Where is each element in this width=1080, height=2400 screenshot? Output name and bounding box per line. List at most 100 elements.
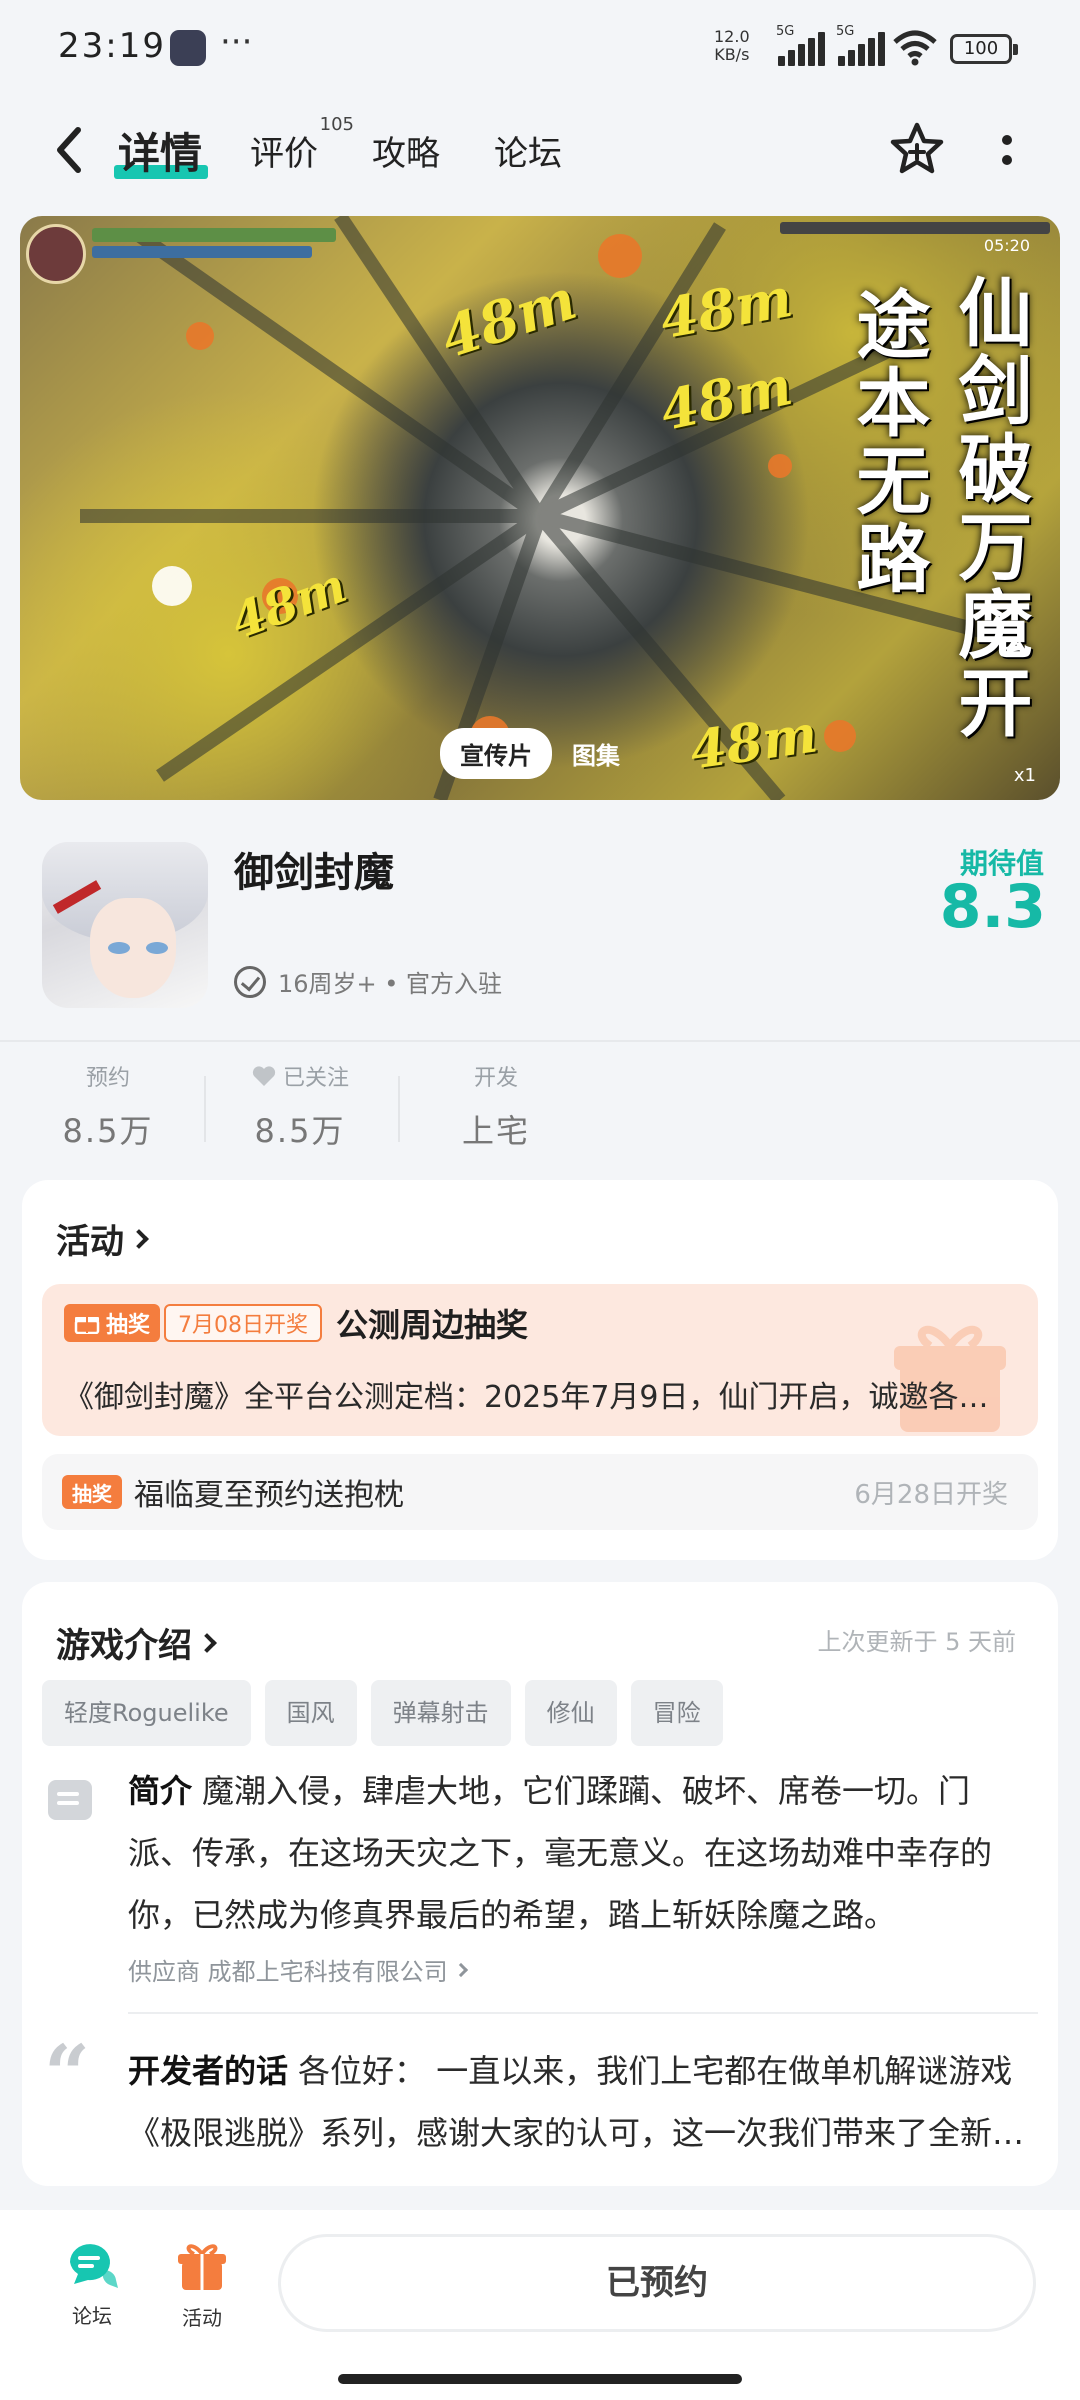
gift-icon — [74, 1317, 100, 1334]
stat-label: 已关注 — [282, 1066, 349, 1091]
wifi-icon — [893, 30, 937, 66]
battery-icon: 100 — [950, 34, 1018, 64]
stat-reservations: 预约 8.5万 — [18, 1060, 198, 1152]
chevron-right-icon — [129, 1228, 149, 1249]
hud-health-bar — [92, 228, 336, 242]
banner-tab-gallery[interactable]: 图集 — [552, 728, 640, 779]
stat-developer[interactable]: 开发 上宅 — [406, 1060, 586, 1152]
intro-section-title[interactable]: 游戏介绍 — [56, 1618, 217, 1667]
game-app-icon[interactable] — [42, 842, 208, 1008]
tag-bullet-hell[interactable]: 弹幕射击 — [370, 1680, 511, 1746]
banner-calligraphy-right: 仙剑破万魔开 — [946, 274, 1032, 742]
activity-draw-date: 6月28日开奖 — [854, 1479, 1008, 1510]
activity-label: 活动 — [182, 2306, 222, 2330]
activity-title-label: 活动 — [56, 1222, 124, 1262]
game-meta-text: 16周岁+ • 官方入驻 — [278, 970, 503, 998]
status-more: ··· — [220, 22, 253, 62]
home-indicator[interactable] — [338, 2374, 742, 2384]
icon-eye — [146, 942, 168, 954]
document-icon — [48, 1780, 92, 1820]
app-notification-icon — [170, 30, 206, 66]
status-time: 23:19 — [58, 26, 166, 66]
draw-date-badge: 7月08日开奖 — [164, 1304, 323, 1342]
divider — [0, 1040, 1080, 1042]
lottery-badge: 抽奖 — [64, 1304, 161, 1342]
banner-zoom: x1 — [1013, 765, 1036, 786]
last-updated: 上次更新于 5 天前 — [817, 1628, 1016, 1656]
signal-icon: 5G — [776, 24, 826, 66]
banner-tab-video[interactable]: 宣传片 — [440, 728, 552, 779]
summary-text: 魔潮入侵，肆虐大地，它们蹂躏、破坏、席卷一切。门派、传承，在这场天灾之下，毫无意… — [128, 1772, 993, 1934]
favorite-star-icon[interactable] — [888, 120, 946, 178]
net-speed-unit: KB/s — [714, 45, 750, 64]
stat-label: 开发 — [473, 1066, 518, 1091]
expectation-score: 8.3 — [939, 872, 1046, 942]
verified-check-icon — [234, 965, 266, 998]
tag-adventure[interactable]: 冒险 — [630, 1680, 723, 1746]
tab-details[interactable]: 详情 — [114, 120, 209, 181]
activity-section-title[interactable]: 活动 — [56, 1214, 149, 1263]
net-speed: 12.0 KB/s — [714, 28, 750, 64]
supplier-link[interactable]: 供应商 成都上宅科技有限公司 — [128, 1952, 468, 1987]
back-icon[interactable] — [50, 122, 90, 178]
banner-media-tabs: 宣传片 图集 — [440, 728, 640, 779]
banner-calligraphy-left: 途本无路 — [844, 286, 930, 598]
summary-label: 简介 — [128, 1772, 193, 1810]
activity-header-row: 抽奖 7月08日开奖 公测周边抽奖 — [64, 1300, 528, 1346]
net-speed-value: 12.0 — [714, 27, 750, 46]
stat-label: 预约 — [85, 1066, 130, 1091]
hud-timer: 05:20 — [983, 236, 1030, 255]
intro-summary[interactable]: 简介 魔潮入侵，肆虐大地，它们蹂躏、破坏、席卷一切。门派、传承，在这场天灾之下，毫… — [128, 1760, 1028, 1946]
reserved-button[interactable]: 已预约 — [278, 2234, 1036, 2332]
activity-item[interactable]: 抽奖 福临夏至预约送抱枕 6月28日开奖 — [42, 1454, 1038, 1530]
tab-details-label: 详情 — [118, 129, 203, 178]
sim1-5g: 5G — [776, 24, 795, 39]
chevron-right-icon — [453, 1962, 468, 1977]
activity-button[interactable]: 活动 — [152, 2240, 252, 2331]
tab-forum-label: 论坛 — [494, 134, 562, 174]
tab-reviews-label: 评价 — [250, 134, 318, 174]
tab-guides[interactable]: 攻略 — [372, 126, 440, 175]
stat-value: 上宅 — [461, 1112, 530, 1150]
stat-followers[interactable]: 已关注 8.5万 — [210, 1060, 390, 1152]
activity-description: 《御剑封魔》全平台公测定档：2025年7月9日，仙门开启，诚邀各位少侠共赴征途 — [64, 1380, 1014, 1415]
stat-separator — [398, 1076, 400, 1142]
tag-guofeng[interactable]: 国风 — [264, 1680, 357, 1746]
icon-eye — [108, 942, 130, 954]
activity-title: 公测周边抽奖 — [336, 1306, 529, 1344]
forum-button[interactable]: 论坛 — [42, 2240, 142, 2329]
game-intro-card: 游戏介绍 上次更新于 5 天前 轻度Roguelike 国风 弹幕射击 修仙 冒… — [22, 1582, 1058, 2186]
divider — [128, 2012, 1038, 2014]
more-vertical-icon[interactable] — [992, 126, 1022, 176]
chevron-right-icon — [197, 1632, 217, 1653]
stat-separator — [204, 1076, 206, 1142]
activity-item-featured[interactable]: 抽奖 7月08日开奖 公测周边抽奖 《御剑封魔》全平台公测定档：2025年7月9… — [42, 1284, 1038, 1436]
tag-cultivation[interactable]: 修仙 — [524, 1680, 617, 1746]
reviews-count-badge: 105 — [319, 114, 354, 135]
gift-icon — [178, 2244, 226, 2290]
promo-video-banner[interactable]: 05:20 48m 48m 48m 48m 48m 仙剑破万魔开 途本无路 宣传… — [20, 216, 1060, 800]
stat-value: 8.5万 — [62, 1112, 154, 1150]
supplier-text: 供应商 成都上宅科技有限公司 — [128, 1958, 448, 1986]
game-meta: 16周岁+ • 官方入驻 — [234, 964, 502, 999]
hud-avatar — [26, 224, 86, 284]
lottery-badge: 抽奖 — [62, 1475, 122, 1509]
intro-title-label: 游戏介绍 — [56, 1626, 192, 1666]
stat-label-row: 已关注 — [210, 1060, 390, 1092]
sim2-5g: 5G — [836, 24, 855, 39]
forum-chat-icon — [70, 2244, 118, 2288]
dev-words-label: 开发者的话 — [128, 2052, 289, 2090]
bottom-action-bar: 论坛 活动 已预约 — [0, 2210, 1080, 2400]
tag-roguelike[interactable]: 轻度Roguelike — [42, 1680, 251, 1746]
tab-forum[interactable]: 论坛 — [494, 126, 562, 175]
status-bar: 23:19 ··· 12.0 KB/s 5G 5G 100 — [0, 0, 1080, 100]
tag-list: 轻度Roguelike 国风 弹幕射击 修仙 冒险 — [42, 1680, 723, 1746]
developer-words[interactable]: 开发者的话 各位好： 一直以来，我们上宅都在做单机解谜游戏《极限逃脱》系列，感谢大… — [128, 2040, 1028, 2164]
heart-icon — [252, 1066, 276, 1086]
tab-reviews[interactable]: 评价 105 — [250, 114, 354, 175]
activity-title: 福临夏至预约送抱枕 — [134, 1478, 404, 1513]
lottery-badge-label: 抽奖 — [106, 1313, 151, 1338]
forum-label: 论坛 — [72, 2304, 112, 2328]
hud-boss-bar — [780, 222, 1050, 234]
activity-card: 活动 抽奖 7月08日开奖 公测周边抽奖 《御剑封魔》全平台公测定档：2025年… — [22, 1180, 1058, 1560]
